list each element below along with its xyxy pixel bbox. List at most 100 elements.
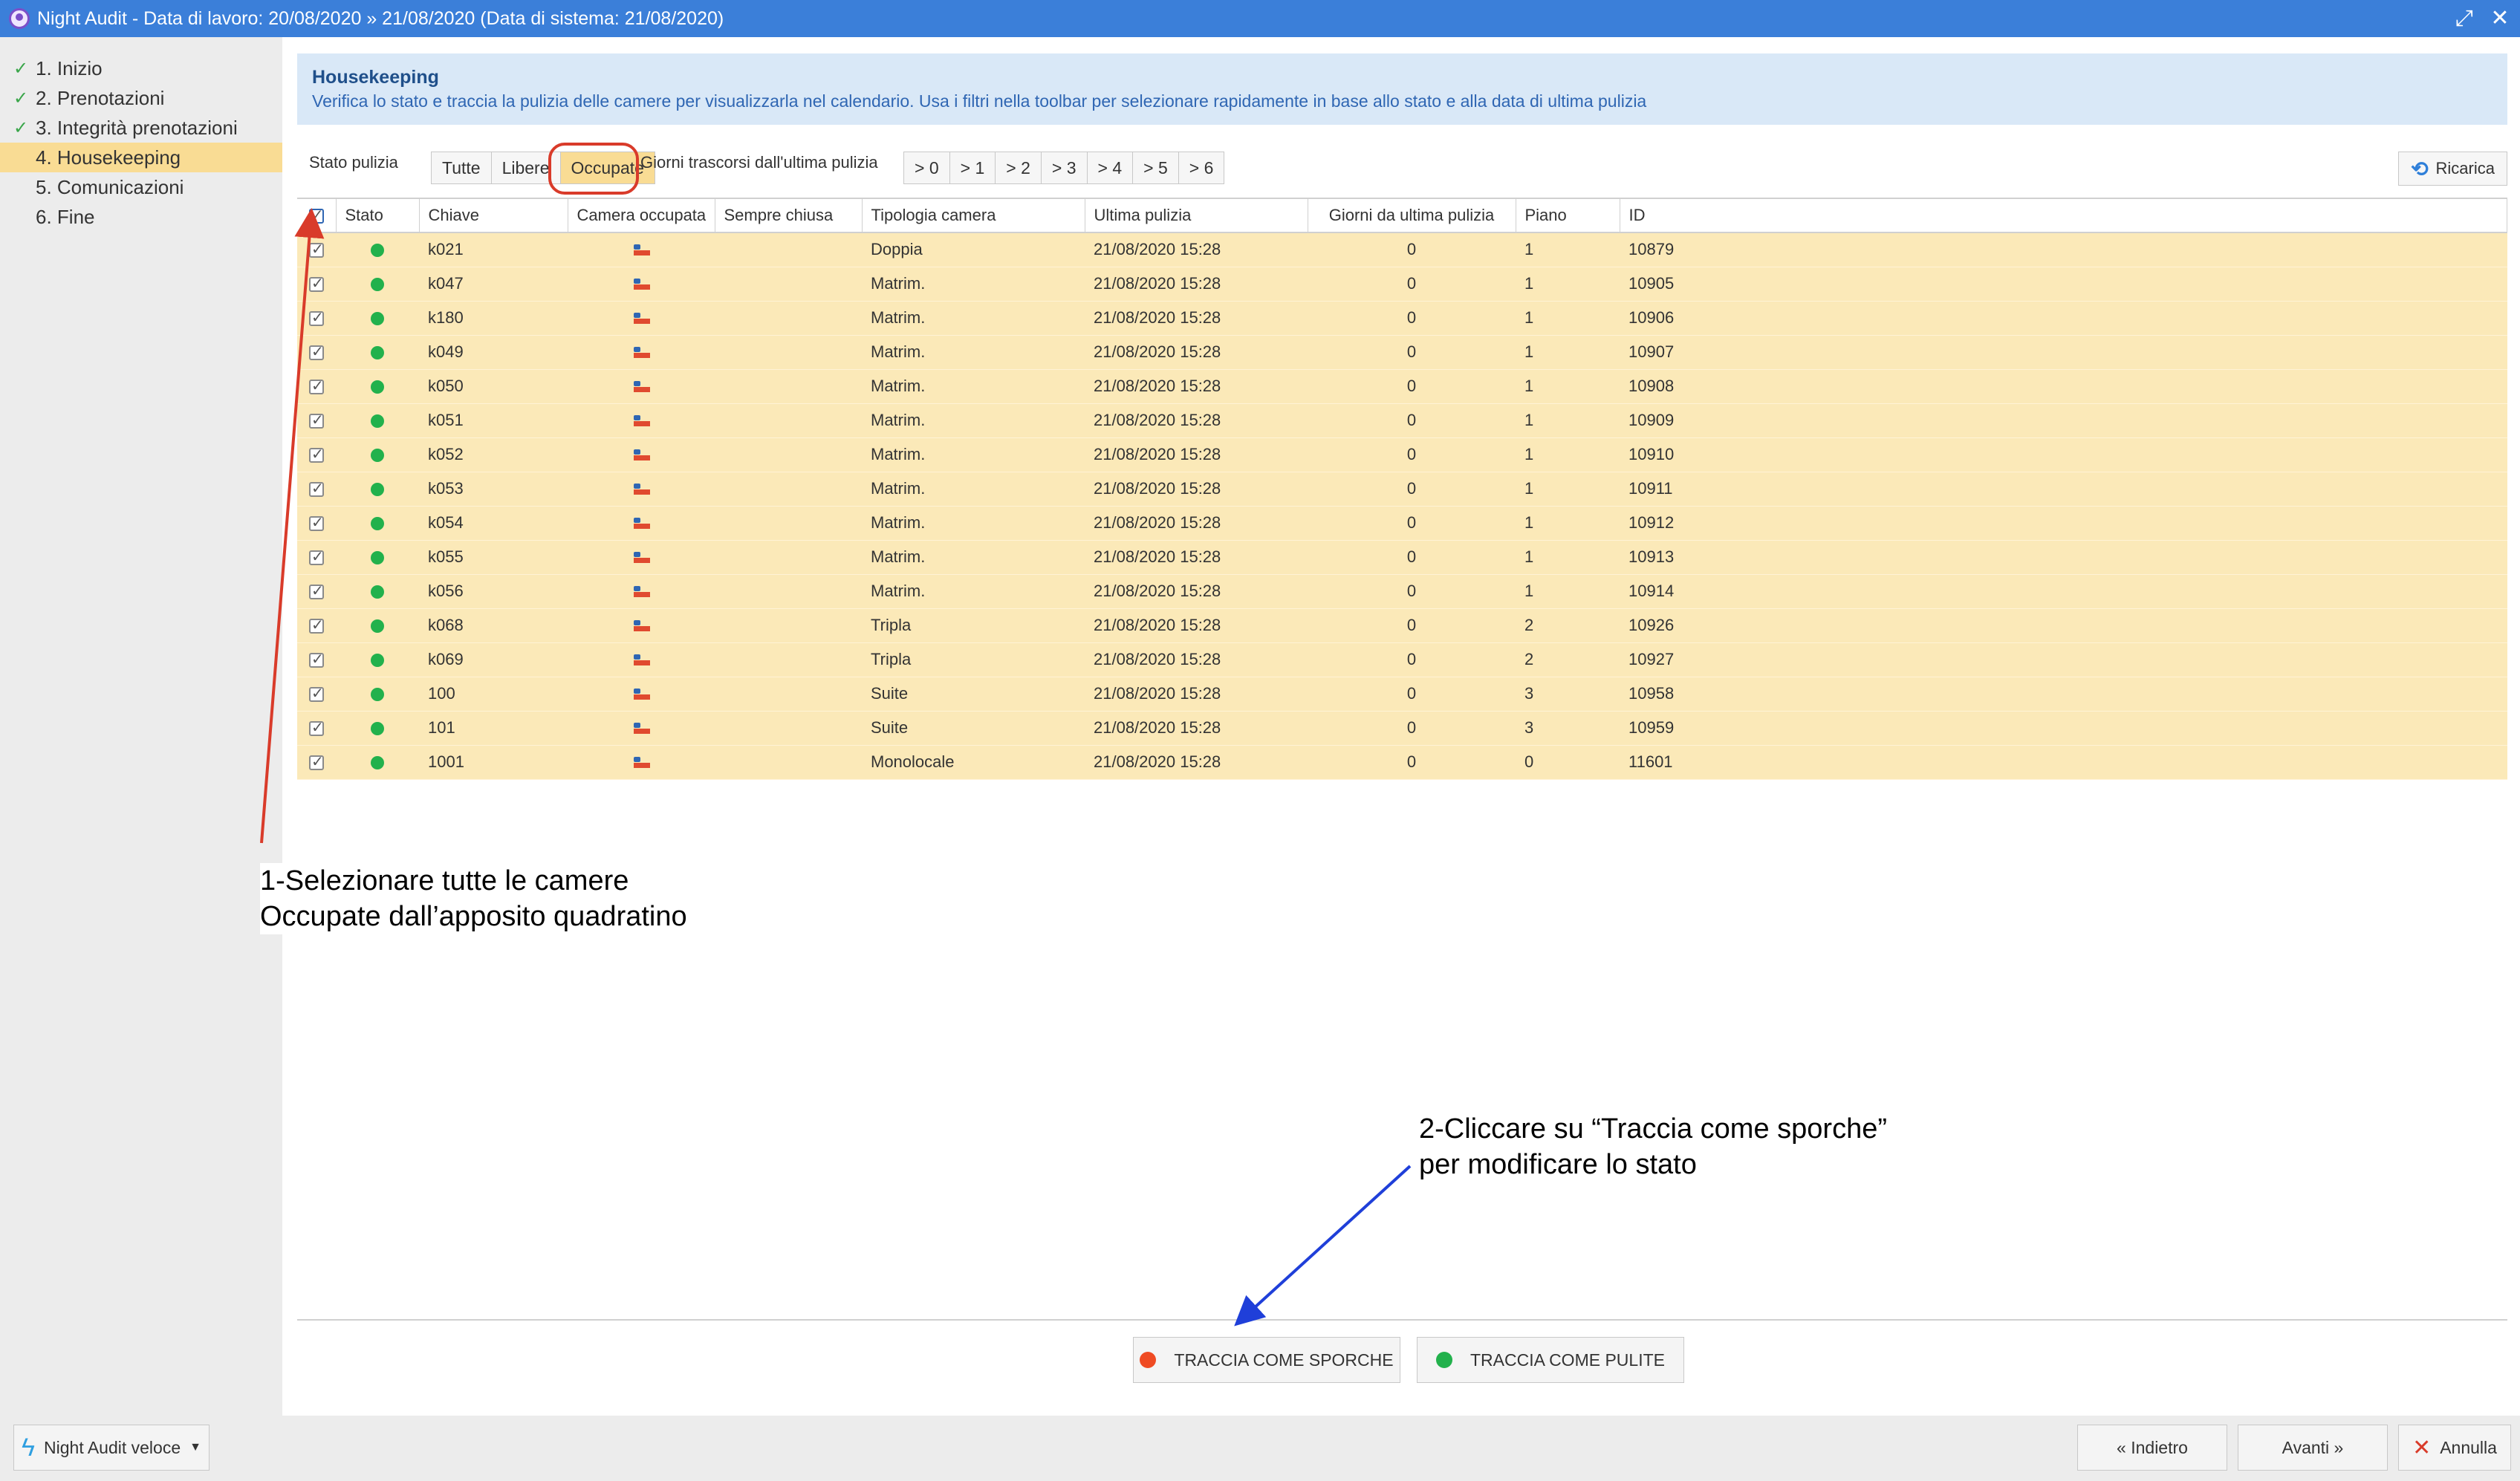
table-row[interactable]: k069 Tripla21/08/2020 15:280210927 xyxy=(297,642,2507,677)
row-checkbox[interactable] xyxy=(309,718,324,737)
step-inizio[interactable]: ✓ 1. Inizio xyxy=(0,53,282,83)
step-prenotazioni[interactable]: ✓ 2. Prenotazioni xyxy=(0,83,282,113)
row-checkbox[interactable] xyxy=(309,752,324,771)
giorni-cell: 0 xyxy=(1308,642,1516,677)
status-green-dot-icon xyxy=(371,722,384,736)
checkmark-icon: ✓ xyxy=(13,117,29,138)
table-row[interactable]: k055 Matrim.21/08/2020 15:280110913 xyxy=(297,540,2507,575)
filter-giorni-0-button[interactable]: > 0 xyxy=(904,152,950,183)
row-select-cell[interactable] xyxy=(297,711,336,746)
column-header-giorni[interactable]: Giorni da ultima pulizia xyxy=(1308,198,1516,233)
filter-giorni-3-button[interactable]: > 3 xyxy=(1041,152,1088,183)
id-cell: 10907 xyxy=(1620,335,2507,370)
maximize-icon[interactable]: ⤢ xyxy=(2453,6,2475,31)
filter-giorni-1-button[interactable]: > 1 xyxy=(949,152,996,183)
table-row[interactable]: k068 Tripla21/08/2020 15:280210926 xyxy=(297,608,2507,643)
row-checkbox[interactable] xyxy=(309,650,324,668)
column-header-tipologia[interactable]: Tipologia camera xyxy=(862,198,1085,233)
row-select-cell[interactable] xyxy=(297,437,336,472)
filter-giorni-2-button[interactable]: > 2 xyxy=(996,152,1042,183)
row-checkbox[interactable] xyxy=(309,513,324,532)
row-checkbox[interactable] xyxy=(309,684,324,703)
column-header-piano[interactable]: Piano xyxy=(1516,198,1620,233)
row-select-cell[interactable] xyxy=(297,267,336,302)
giorni-cell: 0 xyxy=(1308,506,1516,541)
row-select-cell[interactable] xyxy=(297,677,336,712)
row-checkbox[interactable] xyxy=(309,445,324,463)
row-select-cell[interactable] xyxy=(297,335,336,370)
row-select-cell[interactable] xyxy=(297,642,336,677)
column-header-ultima-pulizia[interactable]: Ultima pulizia xyxy=(1085,198,1308,233)
chiave-cell: 100 xyxy=(419,677,568,712)
step-fine[interactable]: 6. Fine xyxy=(0,202,282,232)
row-checkbox[interactable] xyxy=(309,582,324,600)
table-row[interactable]: 1001Monolocale21/08/2020 15:280011601 xyxy=(297,745,2507,780)
row-checkbox[interactable] xyxy=(309,274,324,293)
row-select-cell[interactable] xyxy=(297,506,336,541)
filter-giorni-5-button[interactable]: > 5 xyxy=(1133,152,1179,183)
table-row[interactable]: k052 Matrim.21/08/2020 15:280110910 xyxy=(297,437,2507,472)
select-all-checkbox[interactable] xyxy=(308,206,324,224)
cancel-button[interactable]: ✕ Annulla xyxy=(2398,1425,2511,1471)
quick-night-audit-label: Night Audit veloce xyxy=(44,1437,181,1457)
row-select-cell[interactable] xyxy=(297,472,336,507)
row-checkbox[interactable] xyxy=(309,377,324,395)
id-cell: 10913 xyxy=(1620,540,2507,575)
table-row[interactable]: k021 Doppia21/08/2020 15:280110879 xyxy=(297,232,2507,267)
reload-button[interactable]: ⟲ Ricarica xyxy=(2398,152,2507,186)
row-checkbox[interactable] xyxy=(309,547,324,566)
occupied-bed-icon xyxy=(632,380,650,394)
sempre-chiusa-cell xyxy=(715,677,862,712)
ultima-pulizia-cell: 21/08/2020 15:28 xyxy=(1085,301,1308,336)
status-cell xyxy=(336,301,419,336)
step-comunicazioni[interactable]: 5. Comunicazioni xyxy=(0,172,282,202)
filter-tutte-button[interactable]: Tutte xyxy=(432,152,492,183)
filter-giorni-4-button[interactable]: > 4 xyxy=(1087,152,1134,183)
row-select-cell[interactable] xyxy=(297,301,336,336)
step-integrita-prenotazioni[interactable]: ✓ 3. Integrità prenotazioni xyxy=(0,113,282,143)
column-header-sempre-chiusa[interactable]: Sempre chiusa xyxy=(715,198,863,233)
table-row[interactable]: k047 Matrim.21/08/2020 15:280110905 xyxy=(297,267,2507,302)
occupied-bed-icon xyxy=(632,619,650,633)
table-row[interactable]: 100 Suite21/08/2020 15:280310958 xyxy=(297,677,2507,712)
mark-dirty-button[interactable]: TRACCIA COME SPORCHE xyxy=(1133,1337,1400,1383)
row-select-cell[interactable] xyxy=(297,540,336,575)
close-icon[interactable]: ✕ xyxy=(2489,6,2511,31)
filter-giorni-6-button[interactable]: > 6 xyxy=(1178,152,1224,183)
select-all-header[interactable] xyxy=(297,198,337,233)
row-checkbox[interactable] xyxy=(309,616,324,634)
quick-night-audit-button[interactable]: ϟ Night Audit veloce ▼ xyxy=(13,1425,210,1471)
row-checkbox[interactable] xyxy=(309,342,324,361)
row-checkbox[interactable] xyxy=(309,240,324,258)
column-header-stato[interactable]: Stato xyxy=(336,198,420,233)
next-button[interactable]: Avanti » xyxy=(2238,1425,2388,1471)
back-label: « Indietro xyxy=(2117,1437,2188,1457)
back-button[interactable]: « Indietro xyxy=(2077,1425,2227,1471)
table-row[interactable]: k049 Matrim.21/08/2020 15:280110907 xyxy=(297,335,2507,370)
row-select-cell[interactable] xyxy=(297,403,336,438)
table-row[interactable]: 101 Suite21/08/2020 15:280310959 xyxy=(297,711,2507,746)
table-row[interactable]: k180 Matrim.21/08/2020 15:280110906 xyxy=(297,301,2507,336)
column-header-chiave[interactable]: Chiave xyxy=(419,198,568,233)
row-select-cell[interactable] xyxy=(297,369,336,404)
table-row[interactable]: k053 Matrim.21/08/2020 15:280110911 xyxy=(297,472,2507,507)
row-checkbox[interactable] xyxy=(309,308,324,327)
mark-clean-button[interactable]: TRACCIA COME PULITE xyxy=(1417,1337,1684,1383)
row-select-cell[interactable] xyxy=(297,608,336,643)
table-row[interactable]: k050 Matrim.21/08/2020 15:280110908 xyxy=(297,369,2507,404)
table-row[interactable]: k051 Matrim.21/08/2020 15:280110909 xyxy=(297,403,2507,438)
row-checkbox[interactable] xyxy=(309,479,324,498)
column-header-camera-occupata[interactable]: Camera occupata xyxy=(568,198,715,233)
tipologia-cell: Matrim. xyxy=(862,335,1085,370)
red-dot-icon xyxy=(1140,1352,1157,1368)
column-header-id[interactable]: ID xyxy=(1620,198,2507,233)
row-select-cell[interactable] xyxy=(297,232,336,267)
sempre-chiusa-cell xyxy=(715,301,862,336)
row-select-cell[interactable] xyxy=(297,574,336,609)
step-housekeeping[interactable]: 4. Housekeeping xyxy=(0,143,282,172)
row-checkbox[interactable] xyxy=(309,411,324,429)
table-row[interactable]: k056 Matrim.21/08/2020 15:280110914 xyxy=(297,574,2507,609)
table-row[interactable]: k054 Matrim.21/08/2020 15:280110912 xyxy=(297,506,2507,541)
row-select-cell[interactable] xyxy=(297,745,336,780)
tipologia-cell: Matrim. xyxy=(862,369,1085,404)
